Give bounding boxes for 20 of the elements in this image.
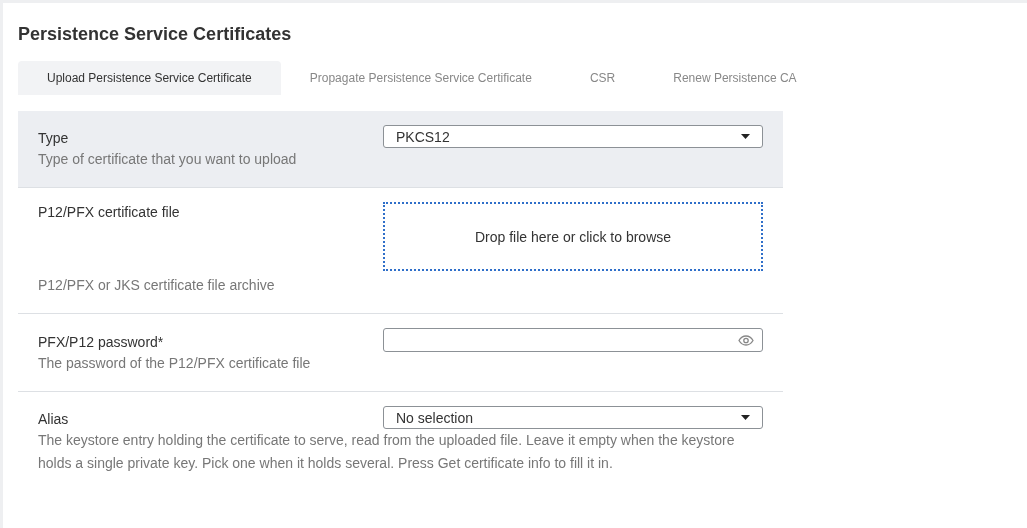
eye-icon[interactable] (738, 334, 754, 346)
field-label: Alias (38, 410, 70, 429)
tab[interactable]: CSR (560, 61, 645, 95)
tab[interactable]: Propagate Persistence Service Certificate (280, 61, 561, 95)
page-title: Persistence Service Certificates (18, 23, 293, 46)
dropdown-select[interactable]: No selection (383, 406, 763, 429)
field-description: The password of the P12/PFX certificate file (38, 354, 312, 373)
caret-icon (741, 415, 750, 420)
field-label: PFX/P12 password* (38, 333, 165, 352)
field-description: Type of certificate that you want to upload (38, 150, 298, 169)
field-label: Type (38, 129, 70, 148)
field-description: The keystore entry holding the certificate to serve, read from the uploaded file. Leave it empty when the keystore holds a single private key. Pick one when it holds several. Press Get certificate info to fill it in. (38, 431, 736, 473)
tab[interactable]: Renew Persistence CA (644, 61, 826, 95)
file-drop-zone[interactable]: Drop file here or click to browse (383, 202, 763, 271)
field-description: P12/PFX or JKS certificate file archive (38, 276, 276, 295)
tab[interactable]: Upload Persistence Service Certificate (18, 61, 281, 95)
caret-icon (741, 134, 750, 139)
field-label: P12/PFX certificate file (38, 203, 181, 222)
dropdown-select[interactable]: PKCS12 (383, 125, 763, 148)
password-field[interactable] (383, 328, 763, 352)
